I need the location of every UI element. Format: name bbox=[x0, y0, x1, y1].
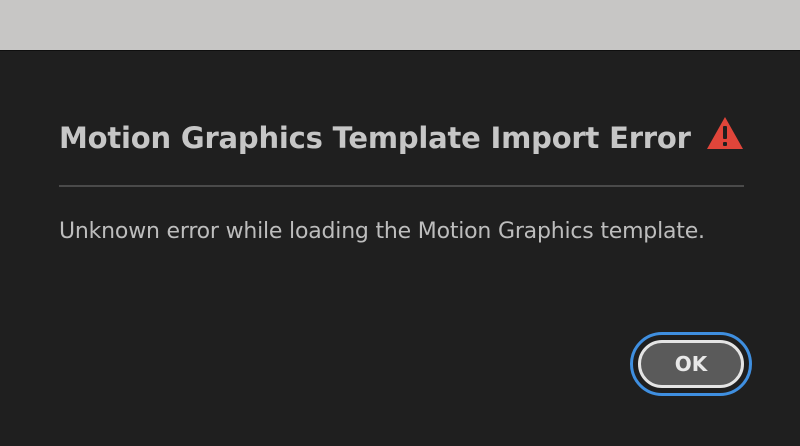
warning-icon bbox=[707, 117, 743, 149]
ok-button[interactable]: OK bbox=[638, 340, 744, 388]
error-dialog: Motion Graphics Template Import Error Un… bbox=[0, 50, 800, 446]
window-title-strip bbox=[0, 0, 800, 50]
error-message: Unknown error while loading the Motion G… bbox=[59, 219, 705, 244]
title-divider bbox=[59, 185, 744, 187]
dialog-title: Motion Graphics Template Import Error bbox=[59, 121, 691, 155]
